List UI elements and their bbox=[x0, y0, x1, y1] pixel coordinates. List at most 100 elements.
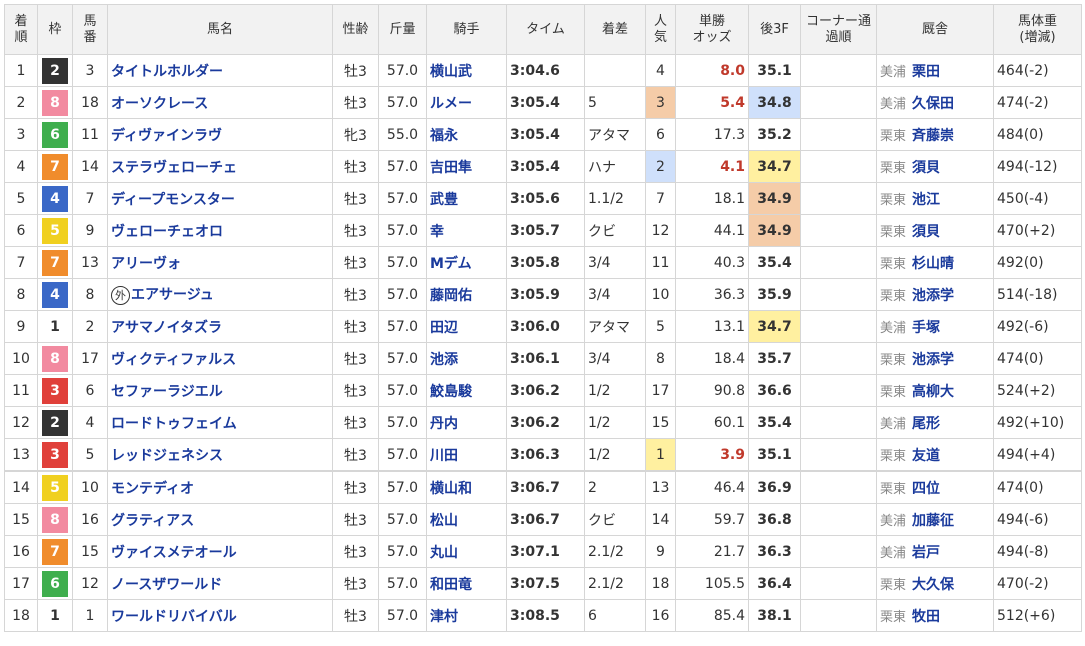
jockey-link[interactable]: 吉田隼 bbox=[426, 150, 507, 183]
jockey-link[interactable]: 武豊 bbox=[426, 182, 507, 215]
horse-name-link[interactable]: タイトルホルダー bbox=[111, 64, 223, 80]
trainer-link[interactable]: 須貝 bbox=[912, 160, 940, 176]
trainer-link[interactable]: 池添学 bbox=[912, 352, 954, 368]
sex-age: 牡3 bbox=[332, 246, 379, 279]
horse-name-cell[interactable]: ステラヴェローチェ bbox=[107, 150, 333, 183]
win-odds: 36.3 bbox=[675, 278, 749, 311]
jockey-link[interactable]: 川田 bbox=[426, 438, 507, 472]
header-time[interactable]: タイム bbox=[506, 4, 585, 55]
header-sexage[interactable]: 性齢 bbox=[332, 4, 379, 55]
horse-name-cell[interactable]: ロードトゥフェイム bbox=[107, 406, 333, 439]
horse-name-link[interactable]: グラティアス bbox=[111, 513, 194, 529]
horse-name-link[interactable]: エアサージュ bbox=[131, 287, 214, 303]
trainer-link[interactable]: 牧田 bbox=[912, 609, 940, 625]
header-bodyweight[interactable]: 馬体重 (増減) bbox=[993, 4, 1082, 55]
trainer-link[interactable]: 久保田 bbox=[912, 96, 954, 112]
header-last3f[interactable]: 後3F bbox=[748, 4, 801, 55]
jockey-link[interactable]: 藤岡佑 bbox=[426, 278, 507, 311]
horse-name-cell[interactable]: ノースザワールド bbox=[107, 567, 333, 600]
jockey-link[interactable]: 丹内 bbox=[426, 406, 507, 439]
jockey-link[interactable]: ルメー bbox=[426, 86, 507, 119]
jockey-link[interactable]: Mデム bbox=[426, 246, 507, 279]
horse-name-link[interactable]: ワールドリバイバル bbox=[111, 609, 237, 625]
trainer-link[interactable]: 池添学 bbox=[912, 288, 954, 304]
header-num[interactable]: 馬番 bbox=[72, 4, 108, 55]
jockey-link[interactable]: 田辺 bbox=[426, 310, 507, 343]
trainer-link[interactable]: 大久保 bbox=[912, 577, 954, 593]
horse-name-link[interactable]: ステラヴェローチェ bbox=[111, 160, 237, 176]
table-row: 15 8 16 グラティアス 牡3 57.0 松山 3:06.7 クビ 14 59.7 36.8 美浦加… bbox=[4, 503, 1082, 536]
header-name[interactable]: 馬名 bbox=[107, 4, 333, 55]
jockey-link[interactable]: 津村 bbox=[426, 599, 507, 632]
jockey-link[interactable]: 幸 bbox=[426, 214, 507, 247]
race-time: 3:05.9 bbox=[506, 278, 585, 311]
header-trainer[interactable]: 厩舎 bbox=[876, 4, 994, 55]
trainer-link[interactable]: 須貝 bbox=[912, 224, 940, 240]
trainer-link[interactable]: 加藤征 bbox=[912, 513, 954, 529]
horse-name-link[interactable]: セファーラジエル bbox=[111, 384, 223, 400]
win-odds: 46.4 bbox=[675, 470, 749, 504]
trainer-region: 栗東 bbox=[880, 128, 907, 144]
jockey-link[interactable]: 丸山 bbox=[426, 535, 507, 568]
header-corner[interactable]: コーナー通 過順 bbox=[800, 4, 877, 55]
trainer-link[interactable]: 友道 bbox=[912, 448, 940, 464]
jockey-link[interactable]: 横山武 bbox=[426, 54, 507, 87]
horse-name-link[interactable]: モンテディオ bbox=[111, 481, 194, 497]
header-odds[interactable]: 単勝 オッズ bbox=[675, 4, 749, 55]
header-margin[interactable]: 着差 bbox=[584, 4, 646, 55]
header-pos[interactable]: 着順 bbox=[4, 4, 38, 55]
horse-name-link[interactable]: アリーヴォ bbox=[111, 256, 181, 272]
horse-name-cell[interactable]: ヴェローチェオロ bbox=[107, 214, 333, 247]
horse-name-cell[interactable]: グラティアス bbox=[107, 503, 333, 536]
body-weight: 492(0) bbox=[993, 246, 1082, 279]
horse-name-cell[interactable]: ワールドリバイバル bbox=[107, 599, 333, 632]
trainer-link[interactable]: 高柳大 bbox=[912, 384, 954, 400]
horse-name-link[interactable]: ノースザワールド bbox=[111, 577, 222, 593]
horse-name-link[interactable]: ディヴァインラヴ bbox=[111, 128, 222, 144]
carried-weight: 57.0 bbox=[378, 150, 427, 183]
horse-name-link[interactable]: ヴァイスメテオール bbox=[111, 545, 237, 561]
trainer-link[interactable]: 尾形 bbox=[912, 416, 940, 432]
horse-name-link[interactable]: ヴィクティファルス bbox=[111, 352, 236, 368]
finish-position: 13 bbox=[4, 438, 38, 472]
trainer-link[interactable]: 杉山晴 bbox=[912, 256, 954, 272]
jockey-link[interactable]: 和田竜 bbox=[426, 567, 507, 600]
horse-name-link[interactable]: レッドジェネシス bbox=[111, 448, 223, 464]
jockey-link[interactable]: 松山 bbox=[426, 503, 507, 536]
jockey-link[interactable]: 池添 bbox=[426, 342, 507, 375]
horse-name-cell[interactable]: ディヴァインラヴ bbox=[107, 118, 333, 151]
horse-name-link[interactable]: ロードトゥフェイム bbox=[111, 416, 237, 432]
trainer-link[interactable]: 斉藤崇 bbox=[912, 128, 954, 144]
horse-name-cell[interactable]: オーソクレース bbox=[107, 86, 333, 119]
trainer-link[interactable]: 四位 bbox=[912, 481, 940, 497]
table-row: 5 4 7 ディープモンスター 牡3 57.0 武豊 3:05.6 1.1/2 7 18.1 34.9… bbox=[4, 182, 1082, 215]
trainer-link[interactable]: 栗田 bbox=[912, 64, 940, 80]
horse-name-cell[interactable]: アサマノイタズラ bbox=[107, 310, 333, 343]
trainer-link[interactable]: 岩戸 bbox=[912, 545, 940, 561]
header-weight[interactable]: 斤量 bbox=[378, 4, 427, 55]
horse-name-cell[interactable]: セファーラジエル bbox=[107, 374, 333, 407]
horse-name-cell[interactable]: タイトルホルダー bbox=[107, 54, 333, 87]
horse-name-link[interactable]: オーソクレース bbox=[111, 96, 208, 112]
horse-name-cell[interactable]: ヴァイスメテオール bbox=[107, 535, 333, 568]
jockey-link[interactable]: 福永 bbox=[426, 118, 507, 151]
trainer-link[interactable]: 手塚 bbox=[912, 320, 940, 336]
jockey-link[interactable]: 横山和 bbox=[426, 470, 507, 504]
header-waku[interactable]: 枠 bbox=[37, 4, 73, 55]
horse-name-cell[interactable]: 外エアサージュ bbox=[107, 278, 333, 311]
header-pop[interactable]: 人気 bbox=[645, 4, 676, 55]
header-jockey[interactable]: 騎手 bbox=[426, 4, 507, 55]
horse-name-cell[interactable]: モンテディオ bbox=[107, 470, 333, 504]
horse-name-link[interactable]: ヴェローチェオロ bbox=[111, 224, 223, 240]
horse-name-cell[interactable]: レッドジェネシス bbox=[107, 438, 333, 472]
foreign-horse-icon: 外 bbox=[111, 285, 130, 305]
horse-name-cell[interactable]: ヴィクティファルス bbox=[107, 342, 333, 375]
horse-name-link[interactable]: アサマノイタズラ bbox=[111, 320, 222, 336]
horse-name-link[interactable]: ディープモンスター bbox=[111, 192, 235, 208]
last-3f: 36.6 bbox=[748, 374, 801, 407]
jockey-link[interactable]: 鮫島駿 bbox=[426, 374, 507, 407]
horse-name-cell[interactable]: ディープモンスター bbox=[107, 182, 333, 215]
horse-name-cell[interactable]: アリーヴォ bbox=[107, 246, 333, 279]
trainer-link[interactable]: 池江 bbox=[912, 192, 940, 208]
corner-positions bbox=[800, 342, 877, 375]
